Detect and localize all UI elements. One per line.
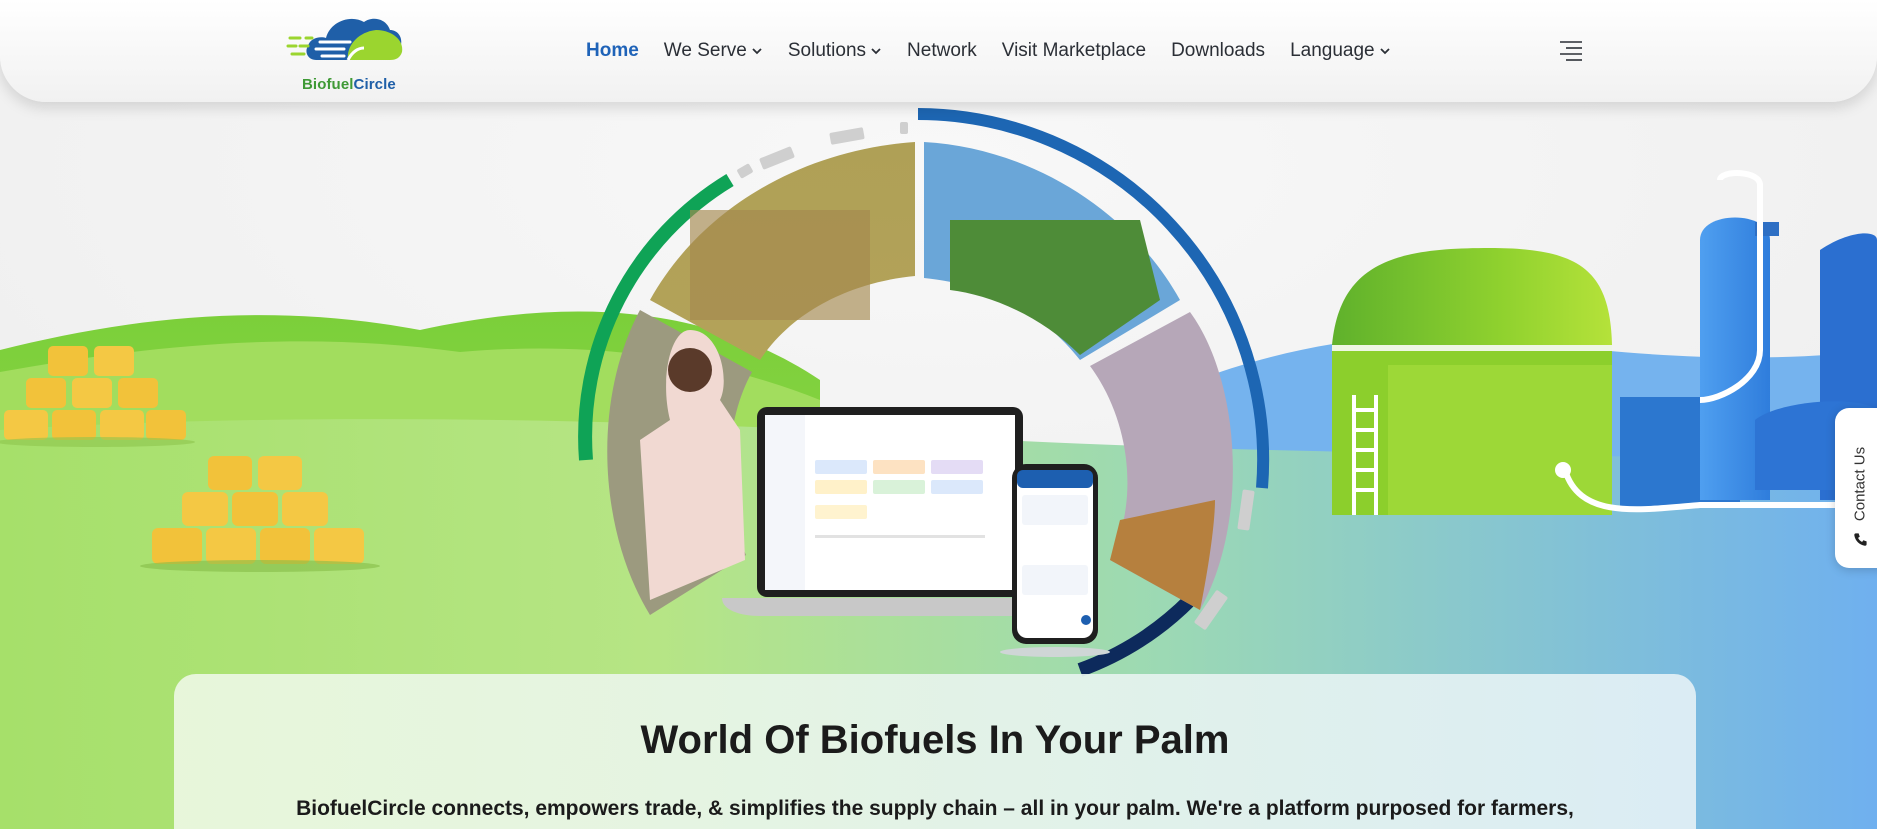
hamburger-menu-icon[interactable] xyxy=(1558,40,1584,62)
biofuelcircle-cloud-logo-icon xyxy=(286,18,403,61)
main-nav: Home We Serve Solutions Network Visit Ma… xyxy=(586,38,1416,64)
nav-item-we-serve[interactable]: We Serve xyxy=(664,40,763,62)
hero-description: BiofuelCircle connects, empowers trade, … xyxy=(296,797,1574,820)
nav-item-home[interactable]: Home xyxy=(586,40,639,62)
chevron-down-icon xyxy=(871,48,881,55)
hero-title: World Of Biofuels In Your Palm xyxy=(640,718,1230,762)
nav-item-solutions[interactable]: Solutions xyxy=(788,40,882,62)
hero-content-card: World Of Biofuels In Your Palm BiofuelCi… xyxy=(174,674,1696,829)
nav-item-label: Visit Marketplace xyxy=(1001,40,1147,61)
nav-item-visit-marketplace[interactable]: Visit Marketplace xyxy=(1002,40,1146,62)
nav-item-label: Solutions xyxy=(787,40,867,61)
nav-item-label: Language xyxy=(1290,40,1375,61)
nav-item-language[interactable]: Language xyxy=(1290,40,1391,62)
chevron-down-icon xyxy=(1379,48,1390,55)
brand-name-part2: Circle xyxy=(353,76,396,93)
brand-name: BiofuelCircle xyxy=(302,76,396,93)
brand-name-part1: Biofuel xyxy=(302,76,354,93)
nav-item-network[interactable]: Network xyxy=(907,40,977,62)
nav-item-label: We Serve xyxy=(663,40,747,61)
contact-us-label: Contact Us xyxy=(1851,446,1869,522)
brand-logo[interactable]: BiofuelCircle xyxy=(286,8,416,98)
phone-icon xyxy=(1854,533,1867,546)
nav-item-label: Downloads xyxy=(1171,40,1266,61)
nav-item-label: Home xyxy=(586,40,639,61)
nav-item-downloads[interactable]: Downloads xyxy=(1171,40,1265,62)
contact-us-tab[interactable]: Contact Us xyxy=(1835,408,1877,568)
site-header: BiofuelCircle Home We Serve Solutions Ne… xyxy=(0,0,1877,102)
nav-item-label: Network xyxy=(907,40,977,61)
chevron-down-icon xyxy=(752,48,762,55)
